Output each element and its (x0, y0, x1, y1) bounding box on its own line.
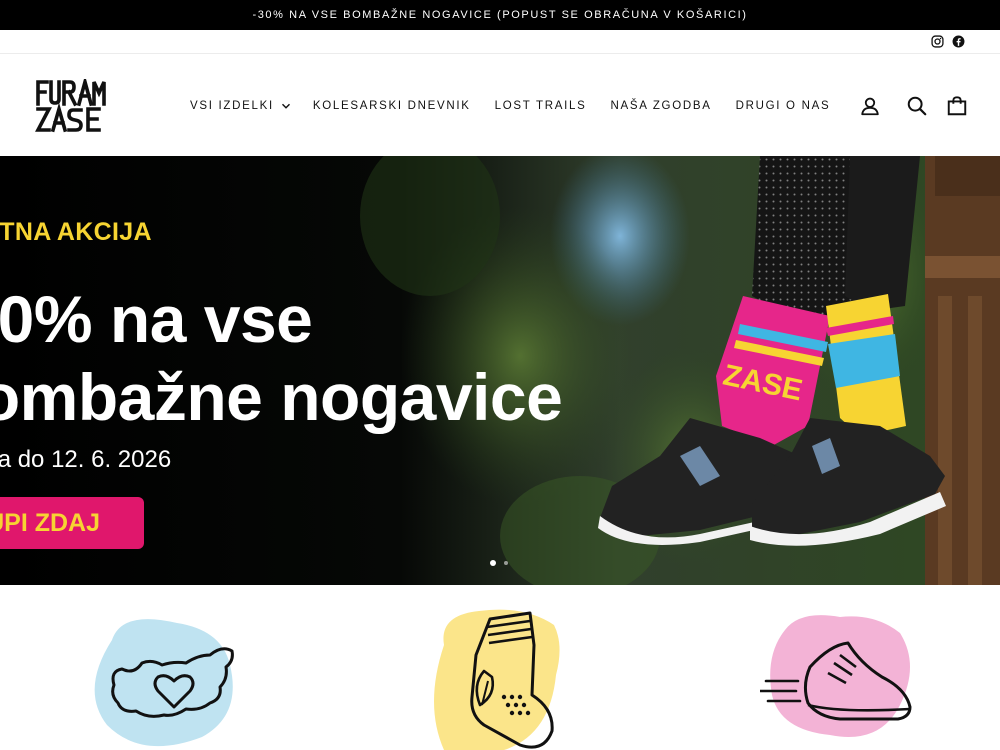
sock-leaf-icon (434, 609, 560, 750)
running-shoe-icon (760, 615, 912, 737)
nav-item-nasa-zgodba[interactable]: NAŠA ZGODBA (610, 100, 711, 112)
nav-label: LOST TRAILS (494, 100, 587, 112)
announcement-text: -30% NA VSE BOMBAŽNE NOGAVICE (POPUST SE… (252, 9, 748, 21)
search-icon[interactable] (906, 95, 928, 117)
hero-banner: ZASE POLETNA AKCIJA -30% na vse bombažne… (0, 156, 1000, 585)
nav-item-drugi-o-nas[interactable]: DRUGI O NAS (736, 100, 831, 112)
slide-dot-2[interactable] (504, 561, 508, 565)
hero-headline-line-2: bombažne nogavice (0, 360, 563, 434)
nav-label: DRUGI O NAS (735, 100, 831, 112)
nav-item-kolesarski-dnevnik[interactable]: KOLESARSKI DNEVNIK (313, 100, 471, 112)
chevron-down-icon (281, 103, 290, 109)
main-nav: VSI IZDELKI KOLESARSKI DNEVNIK LOST TRAI… (190, 97, 830, 115)
nav-label: VSI IZDELKI (190, 100, 274, 112)
instagram-icon[interactable] (931, 35, 944, 48)
hero-headline-line-1: -30% na vse (0, 282, 313, 356)
announcement-bar: -30% NA VSE BOMBAŽNE NOGAVICE (POPUST SE… (0, 0, 1000, 30)
feature-shoe (760, 585, 920, 750)
features-section (0, 585, 1000, 750)
slider-dots (490, 560, 508, 566)
social-bar (0, 30, 1000, 54)
hero-validity: Velja do 12. 6. 2026 (0, 446, 172, 473)
slovenia-heart-icon (94, 619, 234, 747)
slide-dot-1[interactable] (490, 560, 496, 566)
hero-eyebrow: POLETNA AKCIJA (0, 218, 152, 246)
feature-sock (424, 585, 564, 750)
account-icon[interactable] (859, 95, 881, 117)
hero-headline: -30% na vse bombažne nogavice (0, 280, 563, 436)
facebook-icon[interactable] (952, 35, 965, 48)
nav-item-lost-trails[interactable]: LOST TRAILS (495, 100, 587, 112)
buy-now-button[interactable]: KUPI ZDAJ (0, 497, 144, 549)
nav-item-vsi-izdelki[interactable]: VSI IZDELKI (190, 100, 291, 112)
feature-slovenia (82, 585, 242, 750)
logo[interactable] (35, 79, 107, 133)
cart-icon[interactable] (946, 95, 968, 117)
nav-label: NAŠA ZGODBA (610, 100, 712, 112)
site-header: VSI IZDELKI KOLESARSKI DNEVNIK LOST TRAI… (0, 55, 1000, 156)
nav-label: KOLESARSKI DNEVNIK (312, 100, 471, 112)
